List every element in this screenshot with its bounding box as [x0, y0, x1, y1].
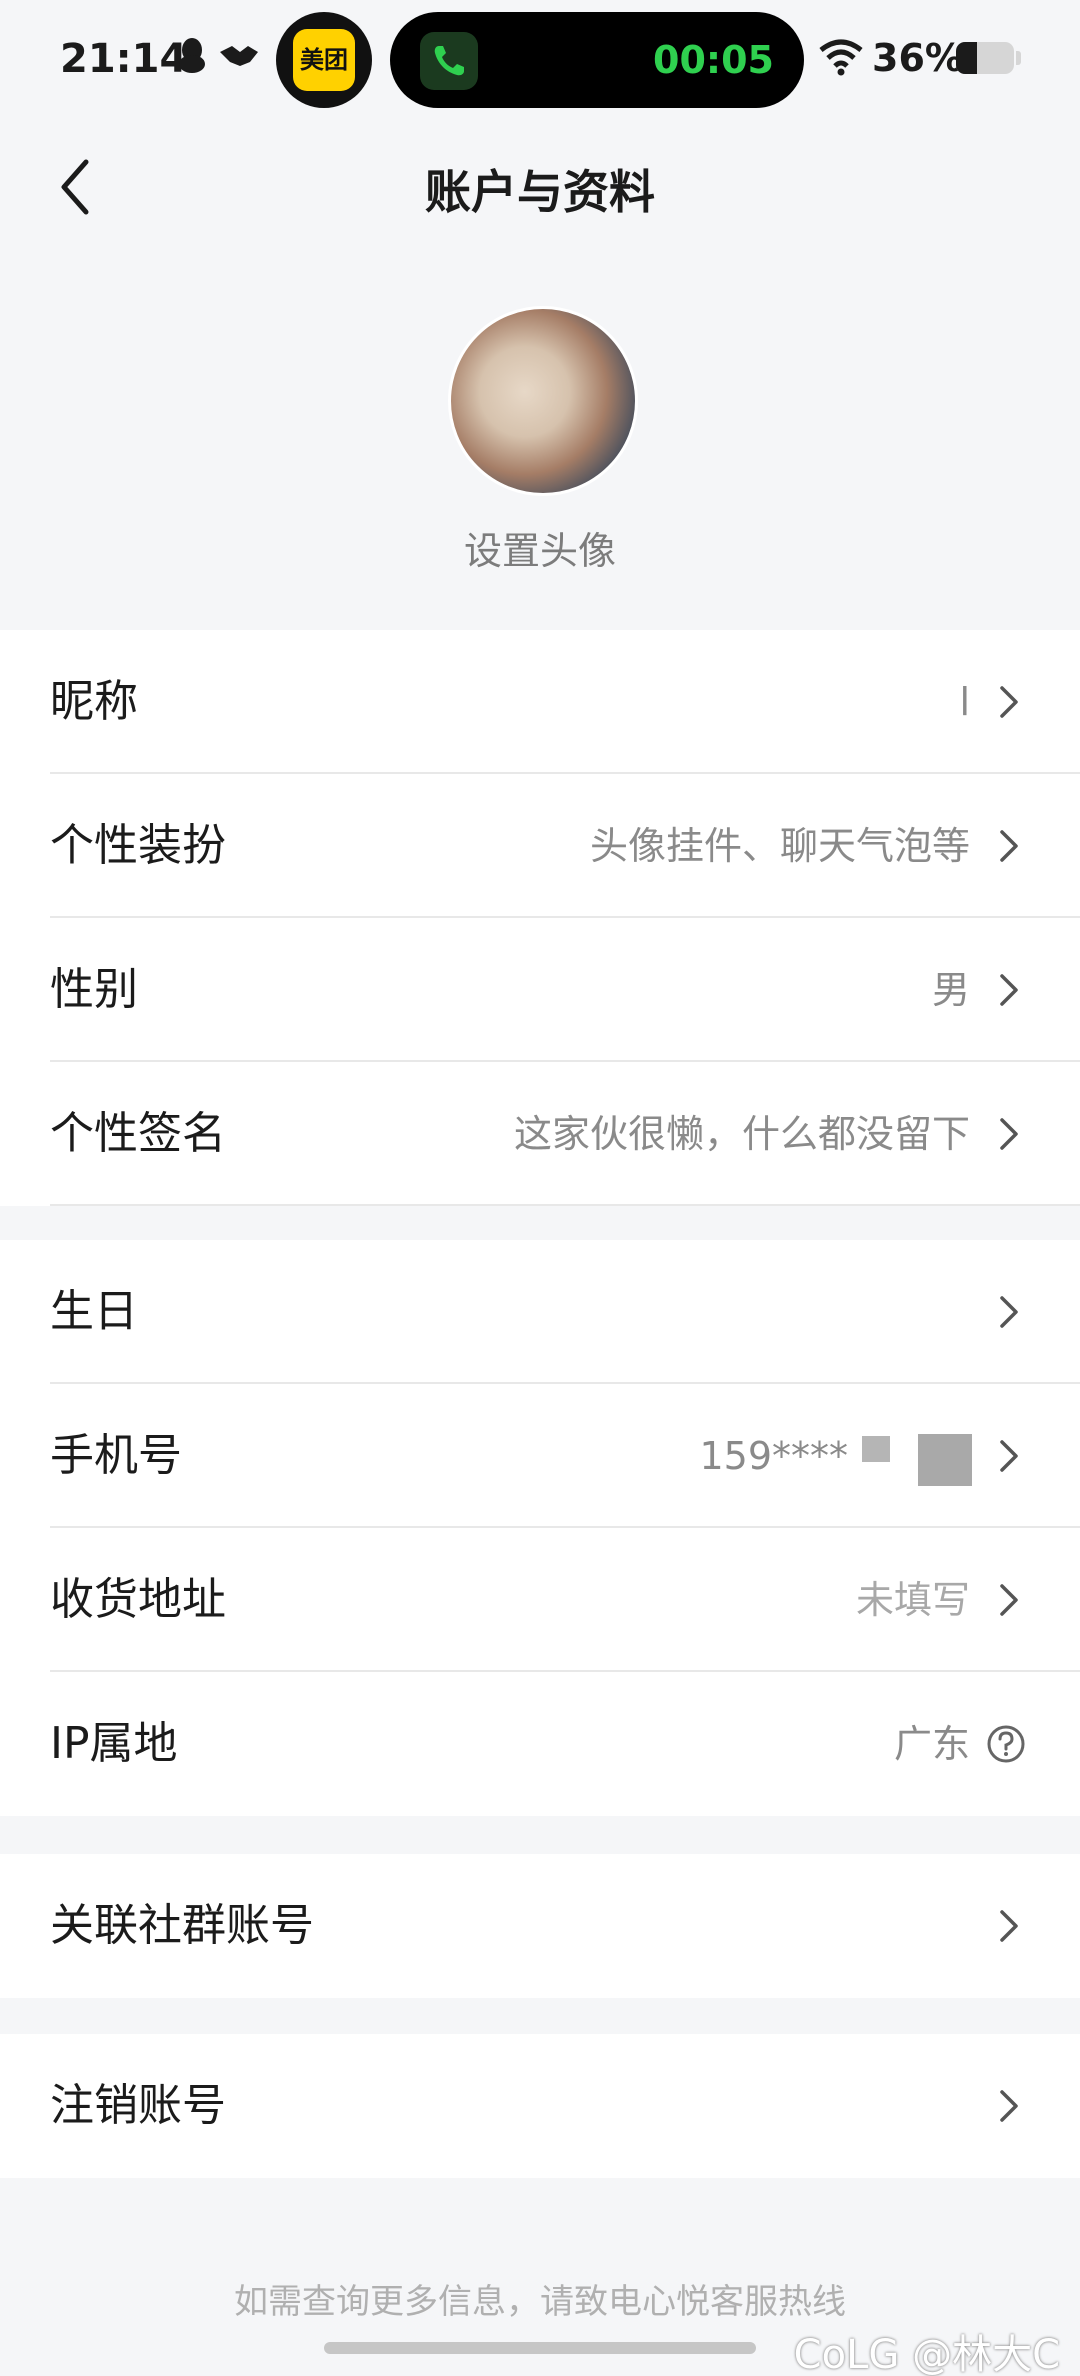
phone-label: 手机号 — [50, 1430, 182, 1481]
row-delete-account[interactable]: 注销账号 — [0, 2034, 1080, 2178]
row-linked-community[interactable]: 关联社群账号 — [0, 1854, 1080, 1998]
row-personalize[interactable]: 个性装扮 头像挂件、聊天气泡等 — [0, 774, 1080, 918]
chevron-right-icon — [1000, 974, 1018, 1006]
redaction-block — [862, 1436, 890, 1462]
home-indicator[interactable] — [324, 2342, 756, 2354]
battery-percent: 36% — [872, 36, 963, 80]
page-title: 账户与资料 — [425, 165, 655, 219]
row-signature[interactable]: 个性签名 这家伙很懒，什么都没留下 — [0, 1062, 1080, 1206]
chevron-right-icon — [1000, 1118, 1018, 1150]
row-address[interactable]: 收货地址 未填写 — [0, 1528, 1080, 1672]
help-icon[interactable] — [986, 1724, 1026, 1764]
chevron-right-icon — [1000, 1584, 1018, 1616]
meituan-label: 美团 — [293, 29, 355, 91]
nickname-label: 昵称 — [50, 676, 138, 727]
gender-value: 男 — [931, 968, 970, 1012]
row-gender[interactable]: 性别 男 — [0, 918, 1080, 1062]
row-birthday[interactable]: 生日 — [0, 1240, 1080, 1384]
chevron-right-icon — [1000, 1440, 1018, 1472]
chevron-right-icon — [1000, 686, 1018, 718]
status-time: 21:14 — [60, 36, 188, 82]
chevron-right-icon — [1000, 830, 1018, 862]
signature-value: 这家伙很懒，什么都没留下 — [513, 1112, 970, 1156]
wifi-icon — [819, 39, 863, 76]
nickname-value: l — [959, 680, 970, 724]
screen: 21:14 美团 00:05 36% 账户与资料 设置头像 昵称 l 个性装扮 … — [0, 0, 1080, 2376]
row-ip-location: IP属地 广东 — [0, 1672, 1080, 1816]
meituan-app-icon[interactable]: 美团 — [276, 12, 372, 108]
personalize-label: 个性装扮 — [50, 820, 226, 871]
ip-value: 广东 — [893, 1722, 970, 1766]
footer-note: 如需查询更多信息，请致电心悦客服热线 — [234, 2282, 846, 2322]
divider — [50, 1204, 1080, 1206]
row-nickname[interactable]: 昵称 l — [0, 630, 1080, 774]
account-section: 生日 手机号 159**** 收货地址 未填写 IP属地 广东 — [0, 1240, 1080, 1816]
handshake-icon — [220, 46, 258, 66]
delete-account-label: 注销账号 — [50, 2080, 226, 2131]
chevron-right-icon — [1000, 2090, 1018, 2122]
row-phone[interactable]: 手机号 159**** — [0, 1384, 1080, 1528]
battery-icon — [956, 42, 1014, 74]
watermark: CoLG @林大C — [793, 2332, 1060, 2376]
call-indicator[interactable]: 00:05 — [390, 12, 804, 108]
avatar[interactable] — [448, 306, 638, 496]
address-value: 未填写 — [855, 1578, 970, 1622]
gender-label: 性别 — [50, 964, 138, 1015]
chevron-right-icon — [1000, 1910, 1018, 1942]
qq-icon — [179, 38, 205, 73]
delete-section: 注销账号 — [0, 2034, 1080, 2178]
personalize-value: 头像挂件、聊天气泡等 — [589, 824, 970, 868]
community-label: 关联社群账号 — [50, 1900, 314, 1951]
chevron-right-icon — [1000, 1296, 1018, 1328]
profile-section: 昵称 l 个性装扮 头像挂件、聊天气泡等 性别 男 个性签名 这家伙很懒，什么都… — [0, 630, 1080, 1206]
ip-label: IP属地 — [50, 1718, 178, 1769]
battery-tip — [1016, 51, 1021, 65]
phone-value: 159**** — [699, 1434, 848, 1478]
phone-icon — [420, 32, 478, 90]
call-timer: 00:05 — [653, 38, 774, 82]
birthday-label: 生日 — [50, 1286, 138, 1337]
signature-label: 个性签名 — [50, 1108, 226, 1159]
address-label: 收货地址 — [50, 1574, 226, 1625]
set-avatar-link[interactable]: 设置头像 — [0, 520, 1080, 575]
status-bar: 21:14 美团 00:05 36% — [0, 0, 1080, 120]
community-section: 关联社群账号 — [0, 1854, 1080, 1998]
redaction-block — [918, 1434, 972, 1486]
